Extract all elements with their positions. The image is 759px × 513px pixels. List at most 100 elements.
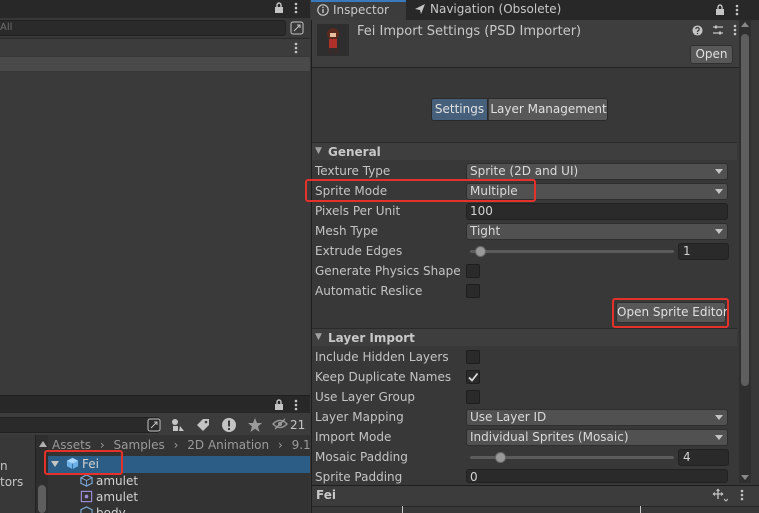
open-sprite-editor-button[interactable]: Open Sprite Editor (616, 302, 728, 323)
search-by-type-icon[interactable] (290, 21, 304, 35)
mesh-type-dropdown[interactable]: Tight (466, 223, 728, 240)
section-general[interactable]: ▼ General (312, 142, 737, 160)
more-menu-icon[interactable] (294, 399, 298, 411)
hierarchy-search-input[interactable]: All (0, 20, 286, 36)
inspector-tab-bar: Inspector Navigation (Obsolete) (311, 0, 759, 20)
extrude-edges-field[interactable]: 1 (678, 243, 729, 260)
tab-layer-management[interactable]: Layer Management (489, 99, 607, 120)
asset-label: amulet (96, 490, 139, 504)
include-hidden-layers-checkbox[interactable] (466, 350, 480, 364)
preview-guide (402, 506, 403, 513)
more-menu-icon[interactable] (294, 42, 298, 54)
import-mode-label: Import Mode (315, 430, 392, 444)
tab-navigation[interactable]: Navigation (Obsolete) (408, 0, 567, 20)
project-search-input[interactable] (0, 417, 160, 433)
breadcrumb-item[interactable]: Assets (52, 438, 91, 452)
help-icon[interactable] (692, 25, 703, 36)
scrollbar-thumb[interactable] (38, 485, 46, 513)
texture-type-label: Texture Type (315, 164, 391, 178)
presets-icon[interactable] (712, 24, 724, 36)
filter-by-type-icon[interactable] (170, 417, 186, 433)
import-mode-dropdown[interactable]: Individual Sprites (Mosaic) (466, 429, 728, 446)
pixels-per-unit-field[interactable]: 100 (466, 203, 728, 220)
checkmark-icon (468, 372, 479, 382)
chevron-down-icon (715, 169, 723, 174)
asset-item[interactable]: amulet (80, 474, 138, 488)
preview-area (312, 506, 759, 513)
scroll-up-icon[interactable] (741, 22, 749, 27)
asset-item[interactable]: amulet (80, 490, 138, 504)
foldout-arrow-icon: ▼ (315, 146, 322, 156)
scrollbar-thumb[interactable] (741, 34, 749, 386)
preview-options-icon[interactable] (712, 488, 728, 502)
pixels-per-unit-label: Pixels Per Unit (315, 204, 401, 218)
lock-icon[interactable] (715, 4, 725, 16)
chevron-down-icon (715, 189, 723, 194)
tab-label: Navigation (Obsolete) (430, 2, 562, 16)
keep-duplicate-names-checkbox[interactable] (466, 370, 480, 384)
scene-row[interactable] (0, 57, 310, 71)
collapse-arrow-icon[interactable] (39, 441, 47, 447)
chevron-down-icon (715, 229, 723, 234)
dropdown-value: Individual Sprites (Mosaic) (470, 430, 629, 444)
settings-segmented-control: Settings Layer Management (431, 98, 608, 121)
lock-icon[interactable] (274, 2, 284, 14)
asset-preview-icon (317, 24, 349, 56)
mesh-type-label: Mesh Type (315, 224, 378, 238)
preview-title: Fei (316, 488, 336, 502)
favorite-star-icon[interactable] (247, 417, 263, 433)
more-menu-icon[interactable] (294, 2, 298, 14)
preview-guide (640, 506, 641, 513)
search-placeholder: All (0, 22, 13, 33)
texture-type-dropdown[interactable]: Sprite (2D and UI) (466, 163, 728, 180)
sprite-mode-dropdown[interactable]: Multiple (466, 183, 728, 200)
scroll-down-icon[interactable] (741, 475, 749, 480)
open-button[interactable]: Open (690, 45, 733, 64)
slider-handle[interactable] (495, 452, 507, 463)
navigation-icon (414, 3, 426, 15)
inspector-scrollbar[interactable] (739, 20, 751, 483)
header-icons (692, 24, 737, 38)
tag-icon[interactable] (196, 418, 210, 432)
asset-item[interactable]: body (80, 506, 126, 513)
search-by-type-icon[interactable] (147, 418, 161, 432)
tab-label: Inspector (333, 3, 389, 17)
tab-inspector[interactable]: Inspector (311, 0, 406, 20)
use-layer-group-checkbox[interactable] (466, 390, 480, 404)
include-hidden-layers-label: Include Hidden Layers (315, 350, 449, 364)
asset-label: Fei (82, 457, 99, 471)
chevron-down-icon (715, 435, 723, 440)
more-menu-icon[interactable] (740, 489, 744, 501)
tab-settings[interactable]: Settings (432, 99, 488, 120)
chevron-down-icon (715, 415, 723, 420)
warning-icon[interactable] (221, 417, 237, 433)
layer-mapping-label: Layer Mapping (315, 410, 404, 424)
slider-handle[interactable] (474, 246, 486, 257)
visibility-eye-icon[interactable] (272, 418, 288, 430)
asset-item-fei[interactable]: Fei (66, 457, 99, 471)
breadcrumb-separator: › (277, 438, 283, 452)
folder-tree-item[interactable]: tors (0, 475, 23, 489)
foldout-arrow-icon: ▼ (315, 332, 322, 342)
more-menu-icon[interactable] (735, 4, 739, 16)
asset-label: amulet (96, 474, 139, 488)
extrude-edges-slider[interactable] (470, 250, 674, 253)
more-menu-icon[interactable] (733, 24, 737, 36)
sprite-padding-field[interactable]: 0 (466, 469, 728, 483)
visible-count: 21 (290, 418, 306, 432)
mosaic-padding-field[interactable]: 4 (678, 449, 729, 466)
layer-mapping-dropdown[interactable]: Use Layer ID (466, 409, 728, 426)
dropdown-value: Multiple (470, 184, 518, 198)
automatic-reslice-label: Automatic Reslice (315, 284, 423, 298)
mesh-cube-icon (80, 474, 93, 487)
breadcrumb-item[interactable]: Samples (114, 438, 165, 452)
breadcrumb-item[interactable]: 2D Animation (187, 438, 269, 452)
dropdown-value: Use Layer ID (470, 410, 547, 424)
generate-physics-shape-checkbox[interactable] (466, 264, 480, 278)
project-folder-tree: n tors (0, 435, 36, 513)
automatic-reslice-checkbox[interactable] (466, 284, 480, 298)
lock-icon[interactable] (274, 399, 284, 411)
section-layer-import[interactable]: ▼ Layer Import (312, 328, 737, 346)
folder-tree-item[interactable]: n (0, 459, 8, 473)
expand-arrow-icon[interactable] (51, 461, 59, 467)
